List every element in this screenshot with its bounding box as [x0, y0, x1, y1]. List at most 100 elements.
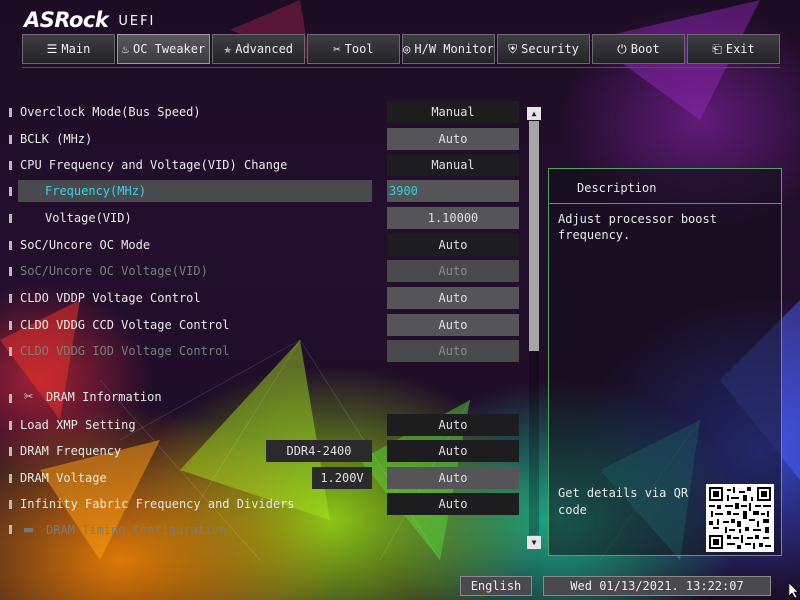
dram-information-link[interactable]: ✂ DRAM Information [0, 384, 530, 410]
setting-value[interactable]: 1.10000 [387, 207, 519, 229]
qr-code-image [709, 487, 771, 549]
dram-frequency-readout: DDR4-2400 [266, 440, 372, 462]
qr-code [706, 484, 774, 552]
setting-overclock-mode[interactable]: Overclock Mode(Bus Speed) Manual [0, 100, 530, 126]
scroll-down-button[interactable]: ▼ [527, 536, 541, 549]
setting-cldo-vddp[interactable]: CLDO VDDP Voltage Control Auto [0, 286, 530, 312]
row-marker [9, 187, 12, 196]
row-marker [9, 394, 12, 403]
tab-boot[interactable]: ⏻ Boot [592, 34, 685, 64]
setting-label: CLDO VDDG IOD Voltage Control [20, 344, 230, 358]
tab-exit[interactable]: ⎗ Exit [687, 34, 780, 64]
setting-label: DRAM Information [46, 390, 162, 404]
setting-value[interactable]: Auto [387, 493, 519, 515]
mouse-cursor-icon [789, 583, 799, 599]
setting-label: CLDO VDDG CCD Voltage Control [20, 318, 230, 332]
brand-logo: ASRock UEFI [24, 8, 155, 32]
list-icon: ☰ [46, 42, 58, 56]
setting-value[interactable]: Manual [387, 154, 519, 176]
setting-label: CPU Frequency and Voltage(VID) Change [20, 158, 288, 172]
setting-value[interactable]: Auto [387, 440, 519, 462]
setting-cpu-freq-voltage-change[interactable]: CPU Frequency and Voltage(VID) Change Ma… [0, 153, 530, 179]
dram-voltage-readout: 1.200V [312, 467, 372, 489]
header-divider [22, 67, 780, 68]
setting-value: Auto [387, 340, 519, 362]
row-marker [9, 500, 12, 509]
setting-load-xmp[interactable]: Load XMP Setting Auto [0, 413, 530, 439]
scroll-up-button[interactable]: ▲ [527, 107, 541, 120]
frequency-input[interactable]: 3900 [387, 180, 519, 202]
setting-value[interactable]: Auto [387, 414, 519, 436]
tab-hw-monitor[interactable]: ◎ H/W Monitor [402, 34, 495, 64]
tab-advanced[interactable]: ✯ Advanced [212, 34, 305, 64]
setting-value[interactable]: Auto [387, 287, 519, 309]
dram-timing-configuration-link[interactable]: ▬ DRAM Timing Configuration [0, 517, 530, 543]
setting-cldo-vddg-iod: CLDO VDDG IOD Voltage Control Auto [0, 339, 530, 365]
scrollbar-thumb[interactable] [529, 121, 539, 351]
setting-label: Overclock Mode(Bus Speed) [20, 105, 201, 119]
tab-tool[interactable]: ✂ Tool [307, 34, 400, 64]
monitor-icon: ◎ [403, 42, 411, 56]
tab-security[interactable]: ⛨ Security [497, 34, 590, 64]
setting-voltage-vid[interactable]: Voltage(VID) 1.10000 [0, 206, 530, 232]
setting-value[interactable]: Auto [387, 467, 519, 489]
row-marker [9, 294, 12, 303]
tab-label: Main [61, 42, 91, 56]
description-divider [549, 203, 781, 204]
folder-icon: ▬ [24, 520, 34, 538]
setting-soc-uncore-oc-mode[interactable]: SoC/Uncore OC Mode Auto [0, 233, 530, 259]
main-tabs: ☰ Main ♨ OC Tweaker ✯ Advanced ✂ Tool ◎ … [22, 34, 780, 66]
row-marker [9, 474, 12, 483]
asrock-logo: ASRock [24, 8, 109, 32]
setting-label: Voltage(VID) [45, 211, 132, 225]
setting-dram-frequency[interactable]: DRAM Frequency DDR4-2400 Auto [0, 439, 530, 465]
tab-label: Exit [725, 42, 755, 56]
tab-label: Security [521, 42, 579, 56]
setting-label: SoC/Uncore OC Voltage(VID) [20, 264, 208, 278]
setting-bclk[interactable]: BCLK (MHz) Auto [0, 127, 530, 153]
row-marker [9, 241, 12, 250]
setting-value[interactable]: Auto [387, 128, 519, 150]
tools-icon: ✂ [24, 387, 34, 405]
row-marker [9, 447, 12, 456]
qr-caption: Get details via QR code [558, 486, 689, 517]
tab-label: Tool [344, 42, 374, 56]
description-text: Adjust processor boost frequency. [558, 212, 717, 242]
tab-label: Advanced [235, 42, 294, 56]
row-marker [9, 161, 12, 170]
setting-label: Infinity Fabric Frequency and Dividers [20, 497, 295, 511]
power-icon: ⏻ [617, 41, 627, 56]
star-icon: ✯ [223, 42, 232, 56]
setting-label: SoC/Uncore OC Mode [20, 238, 151, 252]
setting-value[interactable]: Auto [387, 314, 519, 336]
setting-label: BCLK (MHz) [20, 132, 93, 146]
row-marker [9, 108, 12, 117]
row-marker [9, 321, 12, 330]
shield-icon: ⛨ [508, 41, 518, 56]
description-title: Description [577, 181, 657, 195]
setting-value[interactable]: Auto [387, 234, 519, 256]
description-panel: Description Adjust processor boost frequ… [548, 168, 782, 556]
setting-label: DRAM Frequency [20, 444, 122, 458]
exit-icon: ⎗ [712, 41, 722, 56]
setting-label: CLDO VDDP Voltage Control [20, 291, 201, 305]
setting-cldo-vddg-ccd[interactable]: CLDO VDDG CCD Voltage Control Auto [0, 313, 530, 339]
flame-icon: ♨ [121, 42, 129, 56]
tab-label: OC Tweaker [132, 42, 206, 56]
setting-soc-uncore-oc-voltage: SoC/Uncore OC Voltage(VID) Auto [0, 259, 530, 285]
setting-dram-voltage[interactable]: DRAM Voltage 1.200V Auto [0, 466, 530, 492]
tools-icon: ✂ [333, 42, 341, 56]
setting-infinity-fabric[interactable]: Infinity Fabric Frequency and Dividers A… [0, 492, 530, 518]
row-marker [9, 421, 12, 430]
language-selector[interactable]: English [460, 576, 532, 596]
tab-main[interactable]: ☰ Main [22, 34, 115, 64]
uefi-label: UEFI [118, 14, 156, 29]
setting-label: DRAM Timing Configuration [46, 523, 227, 537]
setting-frequency[interactable]: Frequency(MHz) 3900 [0, 179, 530, 205]
row-marker [9, 135, 12, 144]
setting-value[interactable]: Manual [387, 101, 519, 123]
tab-label: H/W Monitor [414, 42, 494, 56]
tab-oc-tweaker[interactable]: ♨ OC Tweaker [117, 34, 210, 64]
row-marker [9, 347, 12, 356]
setting-label: DRAM Voltage [20, 471, 107, 485]
